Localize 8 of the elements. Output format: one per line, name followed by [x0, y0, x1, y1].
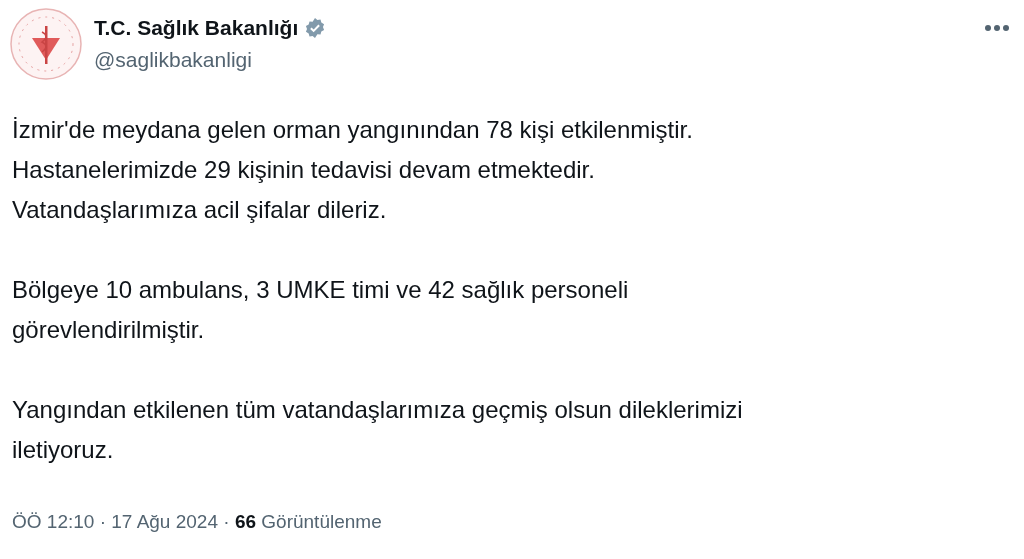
tweet-paragraph: Bölgeye 10 ambulans, 3 UMKE timi ve 42 sağlık personeli görevlendirilmiştir. — [12, 275, 630, 345]
tweet-timestamp-views: ÖÖ 12:10 · 17 Ağu 2024 · 66 Görüntülenme — [12, 511, 382, 532]
author-handle[interactable]: @saglikbakanligi — [94, 47, 327, 73]
tweet-paragraph: İzmir'de meydana gelen orman yangınından 78 kişi etkilenmiştir. Hastanelerimizde 29 kişinin tedavisi devam etmektedir. Vatandaşlarımıza acil şifalar dileriz. — [12, 115, 694, 225]
tweet-paragraph: Yangından etkilenen tüm vatandaşlarımıza geçmiş olsun dileklerimizi iletiyoruz. — [12, 395, 744, 465]
more-options-icon[interactable] — [984, 24, 1010, 32]
author-name[interactable]: T.C. Sağlık Bakanlığı — [94, 15, 299, 41]
avatar-emblem-icon — [10, 8, 82, 80]
